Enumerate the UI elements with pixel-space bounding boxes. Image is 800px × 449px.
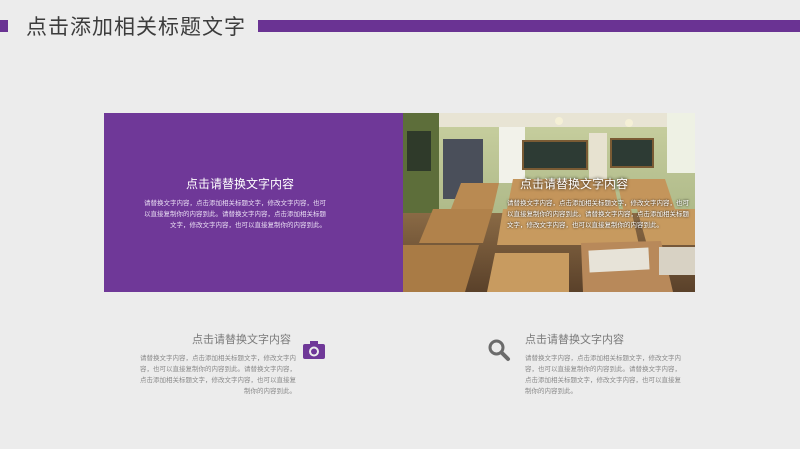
camera-icon: [302, 340, 326, 364]
photo-heading: 点击请替换文字内容: [519, 177, 628, 191]
feature-body-1: 请替换文字内容，点击添加相关标题文字，修改文字内容，也可以直接复制你的内容到此。…: [140, 354, 296, 395]
title-accent-left: [0, 20, 8, 32]
text-card: 点击请替换文字内容 请替换文字内容，点击添加相关标题文字，修改文字内容，也可以直…: [104, 113, 403, 292]
page-title: 点击添加相关标题文字: [26, 15, 246, 39]
card-body: 请替换文字内容，点击添加相关标题文字，修改文字内容，也可以直接复制你的内容到此。…: [144, 199, 326, 229]
classroom-photo: 点击请替换文字内容 请替换文字内容，点击添加相关标题文字，修改文字内容，也可以直…: [403, 113, 695, 292]
search-icon: [487, 338, 511, 366]
feature-heading-2: 点击请替换文字内容: [525, 333, 624, 346]
feature-body-2: 请替换文字内容，点击添加相关标题文字，修改文字内容，也可以直接复制你的内容到此。…: [525, 354, 681, 395]
title-accent-bar: [258, 20, 800, 32]
feature-heading-1: 点击请替换文字内容: [192, 333, 291, 346]
card-heading: 点击请替换文字内容: [185, 177, 294, 191]
photo-body: 请替换文字内容，点击添加相关标题文字，修改文字内容，也可以直接复制你的内容到此。…: [507, 199, 689, 229]
